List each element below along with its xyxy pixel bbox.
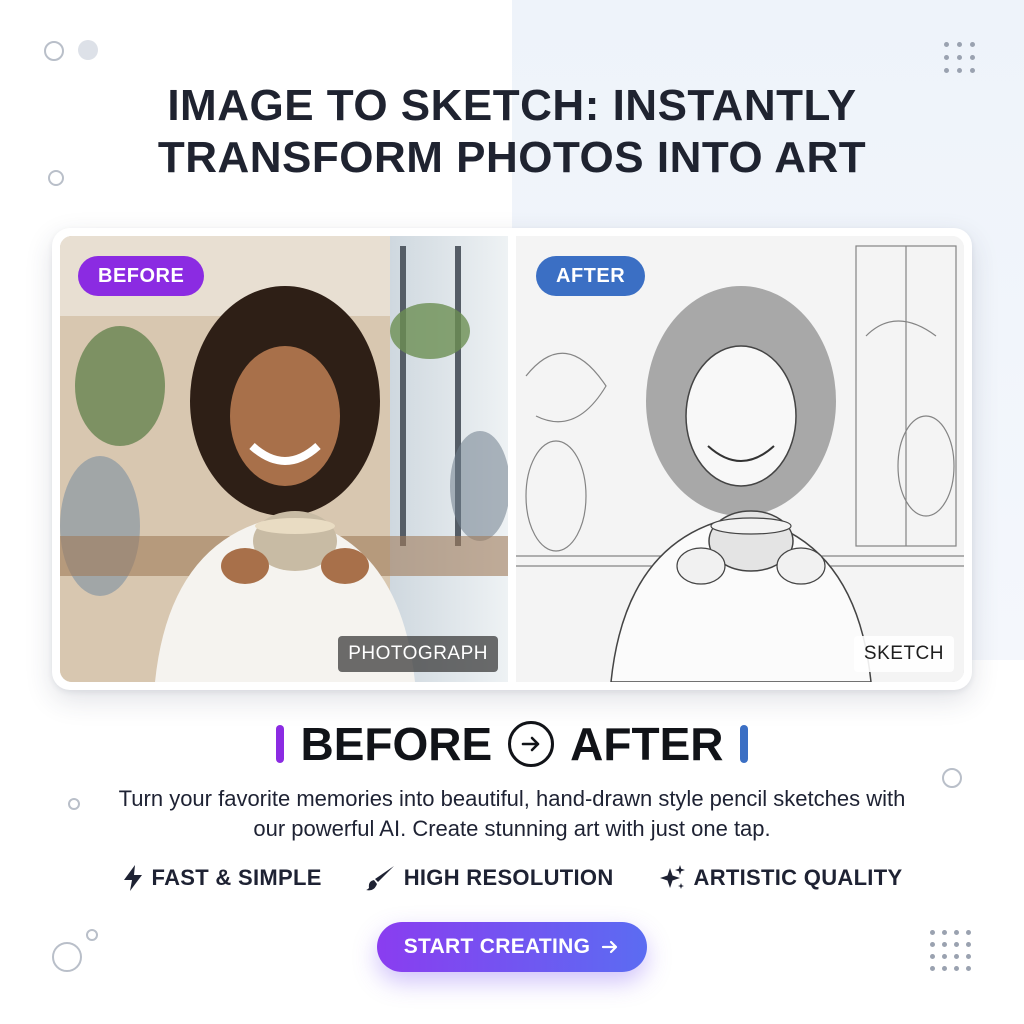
before-heading-text: BEFORE — [300, 718, 493, 770]
decorative-dot — [78, 40, 98, 60]
before-badge: BEFORE — [78, 256, 205, 296]
paintbrush-icon — [365, 866, 394, 891]
sketch-illustration — [516, 236, 964, 682]
comparison-card: BEFORE PHOTOGRAPH AFTER SKETCH — [52, 228, 972, 690]
lightning-bolt-icon — [123, 865, 142, 891]
title-line-2: TRANSFORM PHOTOS INTO ART — [157, 133, 867, 182]
start-creating-label: START CREATING — [403, 935, 591, 958]
feature-item: FAST & SIMPLE — [122, 864, 322, 892]
blue-accent-bar — [739, 725, 748, 763]
decorative-ring — [86, 929, 98, 941]
feature-item: ARTISTIC QUALITY — [658, 864, 903, 892]
purple-accent-bar — [276, 725, 285, 763]
decorative-ring — [44, 41, 64, 61]
sketch-caption: SKETCH — [853, 636, 954, 672]
decorative-ring — [68, 798, 80, 810]
decorative-dot-grid — [930, 930, 971, 971]
after-badge: AFTER — [536, 256, 646, 296]
before-after-heading: BEFORE AFTER — [0, 716, 1024, 772]
page-title: IMAGE TO SKETCH: INSTANTLY TRANSFORM PHO… — [0, 80, 1024, 184]
arrow-right-circle-icon — [508, 721, 555, 767]
feature-label: ARTISTIC QUALITY — [693, 865, 903, 890]
feature-list: FAST & SIMPLE HIGH RESOLUTION ARTISTIC Q… — [0, 858, 1024, 898]
feature-item: HIGH RESOLUTION — [365, 864, 614, 892]
sparkles-icon — [659, 865, 685, 889]
before-photo: BEFORE PHOTOGRAPH — [60, 236, 508, 682]
title-line-1: IMAGE TO SKETCH: INSTANTLY — [167, 81, 857, 130]
decorative-ring — [52, 942, 82, 972]
feature-label: HIGH RESOLUTION — [403, 865, 614, 890]
photograph-illustration — [60, 236, 508, 682]
description-text: Turn your favorite memories into beautif… — [118, 786, 906, 841]
after-heading-text: AFTER — [570, 718, 724, 770]
after-sketch: AFTER SKETCH — [516, 236, 964, 682]
start-creating-button[interactable]: START CREATING — [377, 922, 647, 972]
arrow-right-icon — [602, 940, 618, 954]
feature-label: FAST & SIMPLE — [151, 865, 322, 890]
decorative-dot-grid — [944, 42, 975, 73]
photograph-caption: PHOTOGRAPH — [338, 636, 498, 672]
